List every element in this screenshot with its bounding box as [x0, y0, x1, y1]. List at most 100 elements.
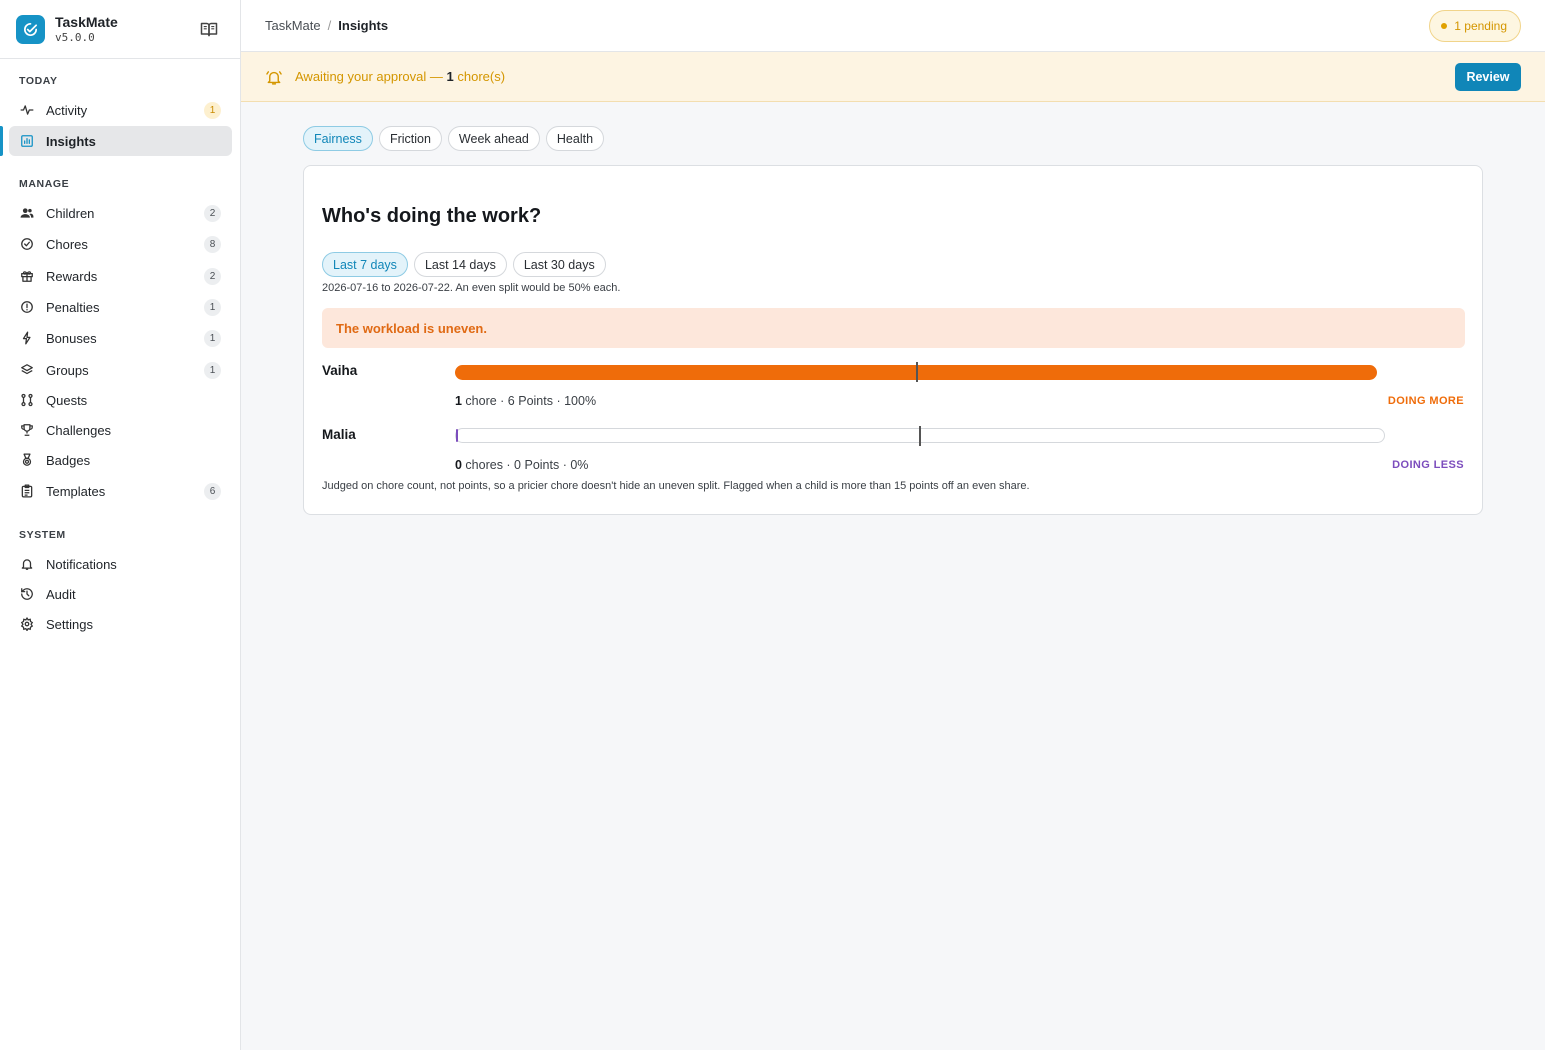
- approval-suffix: chore(s): [453, 69, 506, 84]
- sidebar-item-label: Chores: [46, 236, 88, 252]
- docs-book-icon[interactable]: [200, 22, 218, 42]
- child-name: Vaiha: [322, 363, 358, 378]
- section-label-today: TODAY: [19, 75, 58, 87]
- sidebar-item-chores[interactable]: Chores 8: [9, 229, 232, 259]
- tab-week-ahead[interactable]: Week ahead: [447, 126, 540, 151]
- route-icon: [20, 393, 34, 407]
- sidebar-item-label: Quests: [46, 392, 88, 408]
- chores-count-badge: 8: [204, 236, 221, 253]
- approval-banner: Awaiting your approval — 1 chore(s) Revi…: [241, 52, 1545, 102]
- sidebar-item-label: Notifications: [46, 556, 117, 572]
- sidebar-item-templates[interactable]: Templates 6: [9, 476, 232, 506]
- pending-dot: [1441, 23, 1448, 29]
- range-7-days[interactable]: Last 7 days: [322, 252, 408, 277]
- range-14-days[interactable]: Last 14 days: [413, 252, 507, 277]
- even-split-marker: [919, 426, 921, 446]
- breadcrumb-current: Insights: [338, 18, 389, 33]
- sidebar-item-groups[interactable]: Groups 1: [9, 355, 232, 385]
- methodology-note: Judged on chore count, not points, so a …: [322, 480, 1030, 492]
- pending-label: 1 pending: [1454, 19, 1507, 33]
- sidebar-item-label: Penalties: [46, 299, 100, 315]
- sidebar-item-badges[interactable]: Badges: [9, 445, 232, 475]
- groups-count-badge: 1: [204, 362, 221, 379]
- child-stats: 0 chores · 0 Points · 0%: [455, 458, 588, 472]
- sidebar-item-label: Badges: [46, 452, 91, 468]
- card-title: Who's doing the work?: [322, 205, 542, 227]
- chore-unit: chores: [461, 458, 503, 472]
- sidebar-item-label: Groups: [46, 362, 89, 378]
- section-label-system: SYSTEM: [19, 529, 66, 541]
- range-note: 2026-07-16 to 2026-07-22. An even split …: [322, 282, 621, 294]
- tab-health[interactable]: Health: [545, 126, 605, 151]
- uneven-alert-text: The workload is uneven.: [336, 321, 487, 336]
- sidebar-item-penalties[interactable]: Penalties 1: [9, 292, 232, 322]
- medal-icon: [20, 453, 34, 467]
- activity-count-badge: 1: [204, 102, 221, 119]
- sidebar-item-activity[interactable]: Activity 1: [9, 95, 232, 125]
- points-share: · 0 Points · 0%: [502, 458, 589, 472]
- sidebar: TaskMate v5.0.0 TODAY Activity 1 Insight…: [0, 0, 241, 1050]
- sidebar-item-label: Templates: [46, 483, 106, 499]
- chart-icon: [20, 134, 34, 148]
- uneven-alert: The workload is uneven.: [322, 308, 1465, 348]
- app-version: v5.0.0: [55, 30, 95, 44]
- pending-badge[interactable]: 1 pending: [1429, 10, 1521, 42]
- clipboard-icon: [20, 484, 34, 498]
- sidebar-item-settings[interactable]: Settings: [9, 609, 232, 639]
- sidebar-item-rewards[interactable]: Rewards 2: [9, 261, 232, 291]
- check-circle-icon: [20, 237, 34, 251]
- sidebar-item-label: Bonuses: [46, 330, 97, 346]
- rewards-count-badge: 2: [204, 268, 221, 285]
- range-selector: Last 7 days Last 14 days Last 30 days: [322, 252, 606, 277]
- sidebar-item-challenges[interactable]: Challenges: [9, 415, 232, 445]
- section-label-manage: MANAGE: [19, 178, 70, 190]
- layers-icon: [20, 363, 34, 377]
- sidebar-item-bonuses[interactable]: Bonuses 1: [9, 323, 232, 353]
- sidebar-item-notifications[interactable]: Notifications: [9, 549, 232, 579]
- sidebar-item-children[interactable]: Children 2: [9, 198, 232, 228]
- sidebar-item-label: Settings: [46, 616, 93, 632]
- sidebar-item-label: Audit: [46, 586, 76, 602]
- trophy-icon: [20, 423, 34, 437]
- bonuses-count-badge: 1: [204, 330, 221, 347]
- tab-friction[interactable]: Friction: [378, 126, 442, 151]
- chore-count: 1: [455, 394, 462, 408]
- activity-icon: [20, 103, 34, 117]
- app-logo[interactable]: [16, 14, 45, 44]
- bell-ring-icon: [265, 69, 283, 91]
- sidebar-item-label: Challenges: [46, 422, 112, 438]
- verdict-label: DOING MORE: [1387, 395, 1464, 407]
- breadcrumb-root[interactable]: TaskMate: [265, 18, 321, 33]
- verdict-label: DOING LESS: [1392, 459, 1464, 471]
- chore-unit: chore: [461, 394, 497, 408]
- range-30-days[interactable]: Last 30 days: [512, 252, 606, 277]
- points-share: · 6 Points · 100%: [496, 394, 597, 408]
- sidebar-item-label: Activity: [46, 102, 88, 118]
- users-icon: [20, 206, 34, 220]
- share-bar-fill: [456, 429, 458, 442]
- app-name: TaskMate: [55, 13, 118, 30]
- even-split-marker: [916, 362, 918, 382]
- breadcrumb-separator: /: [327, 18, 332, 33]
- fairness-card: Who's doing the work? Last 7 days Last 1…: [303, 165, 1483, 515]
- review-button[interactable]: Review: [1455, 63, 1521, 91]
- templates-count-badge: 6: [204, 483, 221, 500]
- sidebar-item-label: Rewards: [46, 268, 98, 284]
- penalties-count-badge: 1: [204, 299, 221, 316]
- check-badge-icon: [24, 22, 38, 36]
- bolt-icon: [20, 331, 34, 345]
- sidebar-header: TaskMate v5.0.0: [0, 0, 240, 59]
- insight-tabs: Fairness Friction Week ahead Health: [303, 126, 605, 151]
- bell-icon: [20, 557, 34, 571]
- sidebar-item-quests[interactable]: Quests: [9, 385, 232, 415]
- sidebar-item-label: Insights: [46, 133, 96, 149]
- approval-count: 1: [446, 69, 454, 84]
- child-stats: 1 chore · 6 Points · 100%: [455, 394, 596, 408]
- approval-prefix: Awaiting your approval —: [295, 69, 447, 84]
- gift-icon: [20, 269, 34, 283]
- sidebar-item-audit[interactable]: Audit: [9, 579, 232, 609]
- tab-fairness[interactable]: Fairness: [303, 126, 373, 151]
- sidebar-item-insights[interactable]: Insights: [9, 126, 232, 156]
- breadcrumb: TaskMate / Insights: [265, 18, 388, 33]
- alert-circle-icon: [20, 300, 34, 314]
